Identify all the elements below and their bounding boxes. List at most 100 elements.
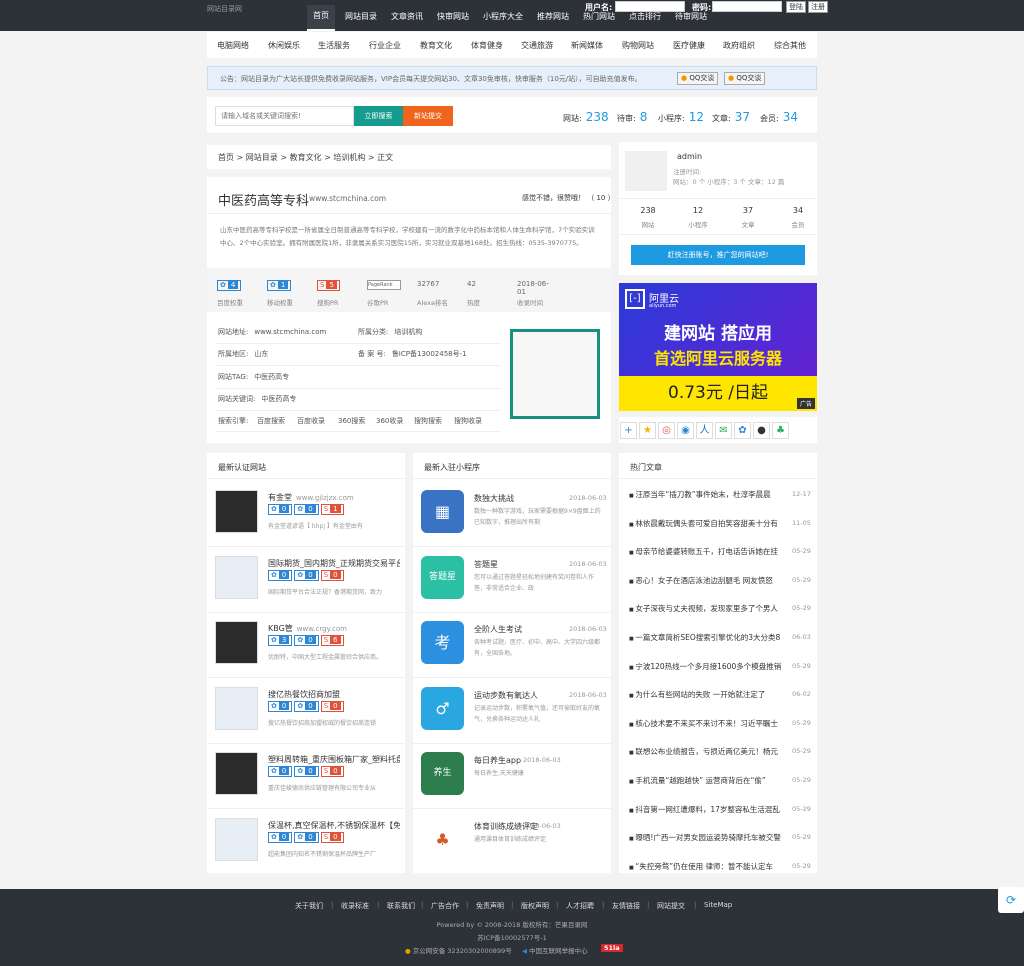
renren-icon[interactable]: 人: [696, 422, 713, 439]
login-button[interactable]: 登陆: [786, 1, 806, 13]
site-title[interactable]: 搜亿热餐饮招商加盟: [268, 689, 400, 700]
mini-app-icon[interactable]: ♂: [421, 686, 464, 730]
category-link[interactable]: 体育健身: [471, 40, 503, 51]
site-thumbnail[interactable]: [215, 686, 258, 730]
report-center[interactable]: ◀ 中国互联网举报中心: [522, 945, 588, 955]
footer-link[interactable]: 人才招聘: [566, 901, 594, 911]
qq-chat-button-2[interactable]: ● QQ交谈: [724, 72, 766, 85]
hot-article-link[interactable]: 为什么有些网站的失败 一开始就注定了: [629, 689, 789, 700]
engine-link[interactable]: 360搜索: [338, 416, 365, 426]
site-url[interactable]: www.stcmchina.com: [309, 194, 386, 203]
mini-app-icon[interactable]: ♣: [421, 817, 464, 861]
nav-home[interactable]: 首页: [307, 5, 335, 31]
footer-link[interactable]: 友情链接: [612, 901, 640, 911]
category-link[interactable]: 购物网站: [622, 40, 654, 51]
qq-chat-button-1[interactable]: ● QQ交谈: [677, 72, 719, 85]
site-thumbnail[interactable]: [215, 555, 258, 599]
footer-link[interactable]: 联系我们: [387, 901, 415, 911]
hot-article-link[interactable]: 一篇文章简析SEO搜索引擎优化的3大分类8: [629, 632, 789, 643]
ad-banner[interactable]: [-] 阿里云 aliyun.com 建网站 搭应用 首选阿里云服务器 0.73…: [619, 283, 817, 411]
category-link[interactable]: 医疗健康: [673, 40, 705, 51]
nav-rank[interactable]: 点击排行: [629, 11, 661, 22]
register-button[interactable]: 注册: [808, 1, 828, 13]
search-button[interactable]: 立即搜索: [354, 106, 403, 126]
mini-app-icon[interactable]: ▦: [421, 490, 464, 533]
mini-app-icon[interactable]: 考: [421, 621, 464, 664]
nav-dir[interactable]: 网站目录: [345, 11, 377, 22]
info-value[interactable]: www.stcmchina.com: [254, 328, 326, 336]
hot-article-link[interactable]: 核心技术要不来买不来讨不来！习近平瞩士: [629, 718, 789, 729]
mini-app-icon[interactable]: 养生: [421, 752, 464, 795]
category-link[interactable]: 电脑网络: [217, 40, 249, 51]
search-input[interactable]: [215, 106, 354, 126]
site-title[interactable]: KBG管 www.crgy.com: [268, 623, 400, 634]
site-title[interactable]: 保温杯,真空保温杯,不锈钢保温杯【免费: [268, 820, 400, 831]
clover-icon[interactable]: ♣: [772, 422, 789, 439]
category-link[interactable]: 新闻媒体: [571, 40, 603, 51]
nav-articles[interactable]: 文章资讯: [391, 11, 423, 22]
hot-article-link[interactable]: “失控旁骛”仍在使用 律师：暂不能认定车: [629, 861, 789, 872]
site-title[interactable]: 有金堂 www.gjlzjzx.com: [268, 492, 400, 503]
category-link[interactable]: 休闲娱乐: [268, 40, 300, 51]
hot-article-link[interactable]: 曝晒!广西一对男女园运姿势骑摩托车被交警: [629, 832, 789, 843]
site-logo[interactable]: 网站目录网: [207, 4, 242, 14]
site-title[interactable]: 国际期货_国内期货_正规期货交易平台: [268, 558, 400, 569]
service-float-icon[interactable]: ⟳: [998, 887, 1024, 913]
category-link[interactable]: 政府组织: [723, 40, 755, 51]
hot-article-link[interactable]: 联想公布业绩报告，亏损近两亿美元！杨元: [629, 746, 789, 757]
baidu-icon[interactable]: ✿: [734, 422, 751, 439]
hot-article-link[interactable]: 抖音第一网红遭爆料，17岁整容私生活混乱: [629, 804, 789, 815]
nav-recommend[interactable]: 推荐网站: [537, 11, 569, 22]
username-input[interactable]: [615, 1, 685, 12]
footer-link[interactable]: SiteMap: [704, 901, 732, 909]
icp-number[interactable]: 苏ICP备10002577号-1: [0, 932, 1024, 942]
category-link[interactable]: 交通旅游: [521, 40, 553, 51]
submit-site-button[interactable]: 新站提交: [403, 106, 453, 126]
star-icon[interactable]: ★: [639, 422, 656, 439]
weibo-icon[interactable]: ◎: [658, 422, 675, 439]
engine-link[interactable]: 搜狗搜索: [414, 416, 442, 426]
category-link[interactable]: 生活服务: [318, 40, 350, 51]
mini-name[interactable]: 数独大挑战: [474, 493, 564, 504]
footer-link[interactable]: 广告合作: [431, 901, 459, 911]
hot-article-link[interactable]: 汪原当年“插刀教”事件始末，杜淳李晨晨: [629, 489, 789, 500]
qzone-icon[interactable]: ◉: [677, 422, 694, 439]
engine-link[interactable]: 百度收录: [297, 416, 325, 426]
nav-mini[interactable]: 小程序大全: [483, 11, 523, 22]
mini-name[interactable]: 运动步数有氧达人: [474, 690, 564, 701]
breadcrumb[interactable]: 首页 > 网站目录 > 教育文化 > 培训机构 > 正文: [218, 152, 393, 163]
site-thumbnail[interactable]: [215, 752, 258, 795]
register-cta-button[interactable]: 赶快注册账号，推广您的网站吧!: [631, 245, 805, 265]
hot-article-link[interactable]: 林依晨戴玩偶头套可爱自拍笑容甜美十分有: [629, 518, 789, 529]
site-title[interactable]: 塑料周转箱_重庆围板箱厂家_塑料托盘: [268, 754, 400, 765]
hot-article-link[interactable]: 女子深夜与丈夫视频，发现家里多了个男人: [629, 603, 789, 614]
mini-name[interactable]: 答题星: [474, 559, 564, 570]
hot-article-link[interactable]: 宁波120热线一个多月接1600多个模盘推销: [629, 661, 789, 672]
mini-app-icon[interactable]: 答题星: [421, 555, 464, 599]
plus-share-icon[interactable]: +: [620, 422, 637, 439]
51la-badge[interactable]: 51la: [601, 944, 623, 952]
footer-link[interactable]: 收录标准: [341, 901, 369, 911]
category-link[interactable]: 行业企业: [369, 40, 401, 51]
password-input[interactable]: [712, 1, 782, 12]
nav-fast[interactable]: 快审网站: [437, 11, 469, 22]
site-thumbnail[interactable]: [215, 490, 258, 533]
footer-link[interactable]: 网站提交: [657, 901, 685, 911]
site-thumbnail[interactable]: [215, 621, 258, 664]
site-screenshot[interactable]: [510, 329, 600, 419]
footer-link[interactable]: 免责声明: [476, 901, 504, 911]
footer-link[interactable]: 版权声明: [521, 901, 549, 911]
qq-icon[interactable]: ●: [753, 422, 770, 439]
footer-link[interactable]: 关于我们: [295, 901, 323, 911]
police-record[interactable]: ● 京公网安备 32320302000899号: [405, 945, 512, 955]
mini-name[interactable]: 全阶人生考试: [474, 624, 564, 635]
hot-article-link[interactable]: 手机流量“越跑越快” 运营商背后在“偷”: [629, 775, 789, 786]
category-link[interactable]: 教育文化: [420, 40, 452, 51]
site-thumbnail[interactable]: [215, 817, 258, 861]
hot-article-link[interactable]: 恶心！女子在酒店泳池边刮腿毛 网友愤怒: [629, 575, 789, 586]
hot-article-link[interactable]: 母亲节给婆婆转账五千，打电话告诉她在挂: [629, 546, 789, 557]
engine-link[interactable]: 搜狗收录: [454, 416, 482, 426]
engine-link[interactable]: 360收录: [376, 416, 403, 426]
category-link[interactable]: 综合其他: [774, 40, 806, 51]
engine-link[interactable]: 百度搜索: [257, 416, 285, 426]
